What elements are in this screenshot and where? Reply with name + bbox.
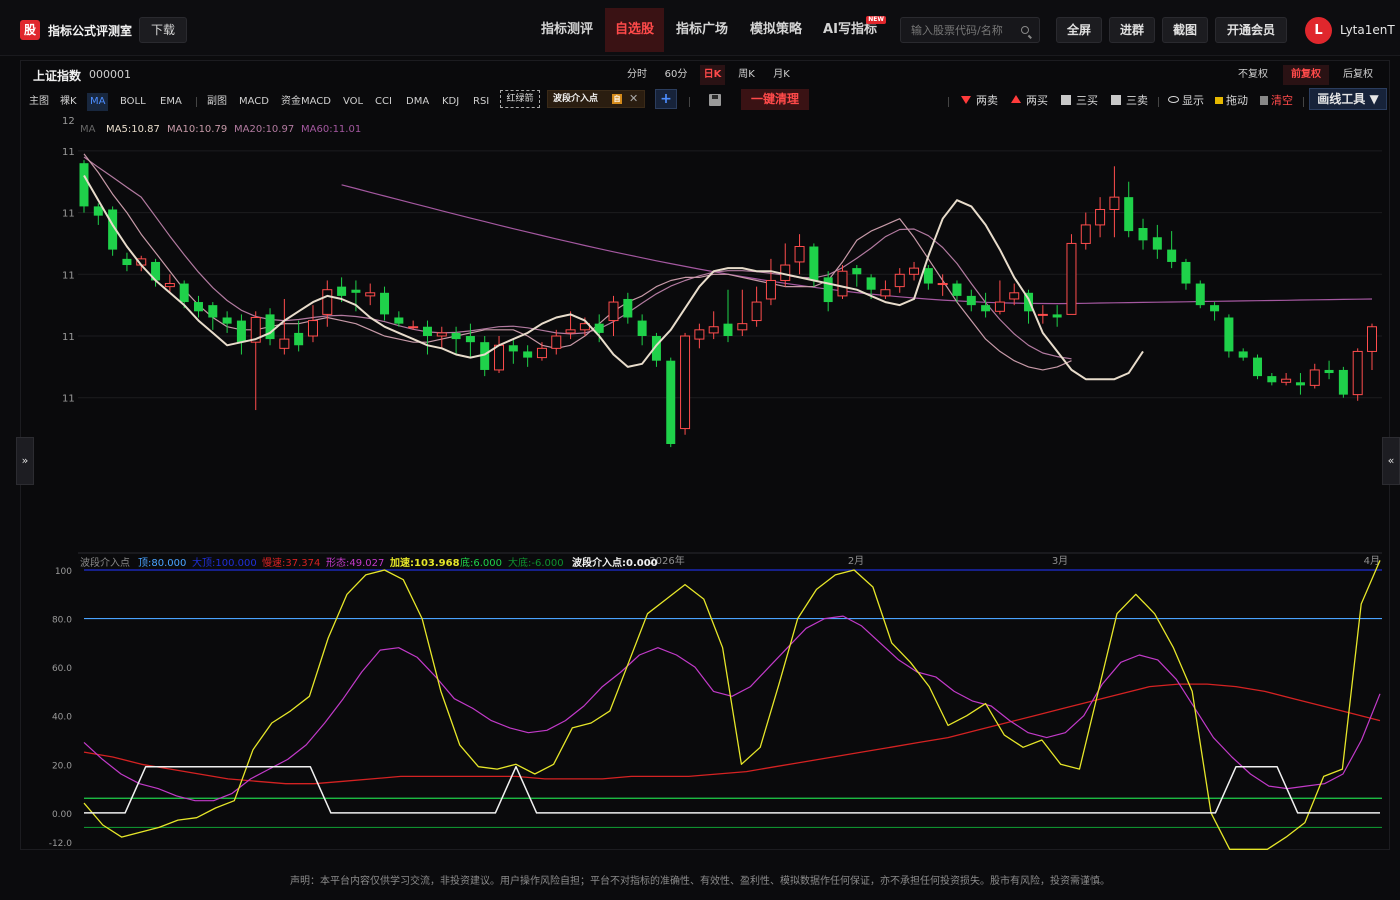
chart-line-icon (1111, 95, 1121, 105)
divider (948, 97, 949, 107)
tool-boll[interactable]: BOLL (120, 93, 146, 111)
new-badge: NEW (866, 16, 886, 24)
three-buy-label: 三买 (1076, 94, 1098, 107)
expand-right-tab[interactable]: « (1382, 437, 1400, 485)
tool-fund-macd[interactable]: 资金MACD (281, 93, 331, 111)
clear-drawings-button[interactable]: 清空 (1260, 93, 1293, 109)
show-label: 显示 (1182, 94, 1204, 107)
divider (196, 97, 197, 107)
adjust-none[interactable]: 不复权 (1233, 65, 1273, 85)
nav-ai-indicator[interactable]: AI写指标 NEW (818, 8, 886, 52)
save-icon[interactable] (709, 94, 721, 106)
tool-main-chart[interactable]: 主图 (29, 93, 49, 111)
nav-watchlist[interactable]: 自选股 (605, 8, 664, 52)
two-sell-button[interactable]: 两卖 (961, 93, 998, 109)
clear-drawings-label: 清空 (1271, 94, 1293, 107)
download-button[interactable]: 下载 (139, 17, 188, 43)
stock-search[interactable] (900, 17, 1040, 43)
tool-cci[interactable]: CCI (375, 93, 392, 111)
disclaimer: 声明：本平台内容仅供学习交流，非投资建议。用户操作风险自担；平台不对指标的准确性… (290, 876, 1110, 887)
nav-indicator-review[interactable]: 指标测评 (535, 8, 599, 52)
fullscreen-button[interactable]: 全屏 (1056, 17, 1102, 43)
drawing-tools-button[interactable]: 画线工具 ▼ (1309, 88, 1387, 110)
membership-button[interactable]: 开通会员 (1215, 17, 1287, 43)
tool-macd[interactable]: MACD (239, 93, 269, 111)
period-weekly[interactable]: 周K (734, 65, 759, 85)
three-sell-button[interactable]: 三卖 (1111, 93, 1148, 109)
period-intraday[interactable]: 分时 (623, 65, 651, 85)
avatar[interactable]: L (1305, 17, 1332, 44)
join-group-button[interactable]: 进群 (1109, 17, 1155, 43)
eye-icon (1168, 96, 1179, 103)
close-icon[interactable]: ✕ (629, 91, 638, 107)
nav-sim-strategy[interactable]: 模拟策略 (744, 8, 808, 52)
adjust-forward[interactable]: 前复权 (1283, 65, 1329, 85)
username[interactable]: Lyta1enT (1340, 23, 1395, 37)
red-green-arrow-tag[interactable]: 红绿箭 (500, 90, 540, 108)
nav-indicator-square[interactable]: 指标广场 (670, 8, 734, 52)
add-indicator-button[interactable]: + (655, 89, 677, 109)
chart-panel (20, 60, 1390, 850)
two-buy-button[interactable]: 两买 (1011, 93, 1048, 109)
period-daily[interactable]: 日K (700, 65, 725, 85)
triangle-down-icon (961, 96, 971, 104)
drag-label: 拖动 (1226, 94, 1248, 107)
search-input[interactable] (911, 21, 1016, 39)
tool-ma[interactable]: MA (87, 93, 109, 111)
tool-sub-chart[interactable]: 副图 (207, 93, 227, 111)
wave-entry-label: 波段介入点 (553, 94, 599, 104)
divider (689, 97, 690, 107)
expand-left-tab[interactable]: » (16, 437, 34, 485)
index-name: 上证指数 (33, 69, 82, 83)
tool-rsi[interactable]: RSI (473, 93, 489, 111)
two-sell-label: 两卖 (976, 94, 998, 107)
period-monthly[interactable]: 月K (768, 65, 795, 85)
nav-ai-indicator-label: AI写指标 (823, 22, 877, 37)
custom-badge: 自 (612, 94, 622, 104)
three-buy-button[interactable]: 三买 (1061, 93, 1098, 109)
three-sell-label: 三卖 (1126, 94, 1148, 107)
tool-kdj[interactable]: KDJ (442, 93, 459, 111)
period-60min[interactable]: 60分 (661, 65, 691, 85)
tool-ema[interactable]: EMA (160, 93, 182, 111)
top-bar: 股 指标公式评测室 下载 指标测评 自选股 指标广场 模拟策略 AI写指标 NE… (0, 0, 1400, 56)
adjust-backward[interactable]: 后复权 (1338, 65, 1378, 85)
lock-icon (1215, 97, 1223, 104)
drag-button[interactable]: 拖动 (1215, 93, 1248, 109)
divider (1303, 97, 1304, 107)
tool-vol[interactable]: VOL (343, 93, 363, 111)
trash-icon (1260, 96, 1268, 105)
wave-entry-tag[interactable]: 波段介入点 自 ✕ (547, 90, 645, 108)
tool-dma[interactable]: DMA (406, 93, 429, 111)
two-buy-label: 两买 (1026, 94, 1048, 107)
chart-line-icon (1061, 95, 1071, 105)
show-button[interactable]: 显示 (1168, 93, 1204, 109)
logo-icon[interactable]: 股 (20, 20, 40, 40)
divider (1158, 97, 1159, 107)
clear-all-button[interactable]: 一键清理 (741, 89, 809, 110)
tool-bare-k[interactable]: 裸K (60, 93, 77, 111)
brand-name[interactable]: 指标公式评测室 (48, 22, 132, 39)
search-icon[interactable] (1021, 26, 1029, 34)
screenshot-button[interactable]: 截图 (1162, 17, 1208, 43)
triangle-up-icon (1011, 95, 1021, 103)
index-code: 000001 (89, 68, 131, 81)
